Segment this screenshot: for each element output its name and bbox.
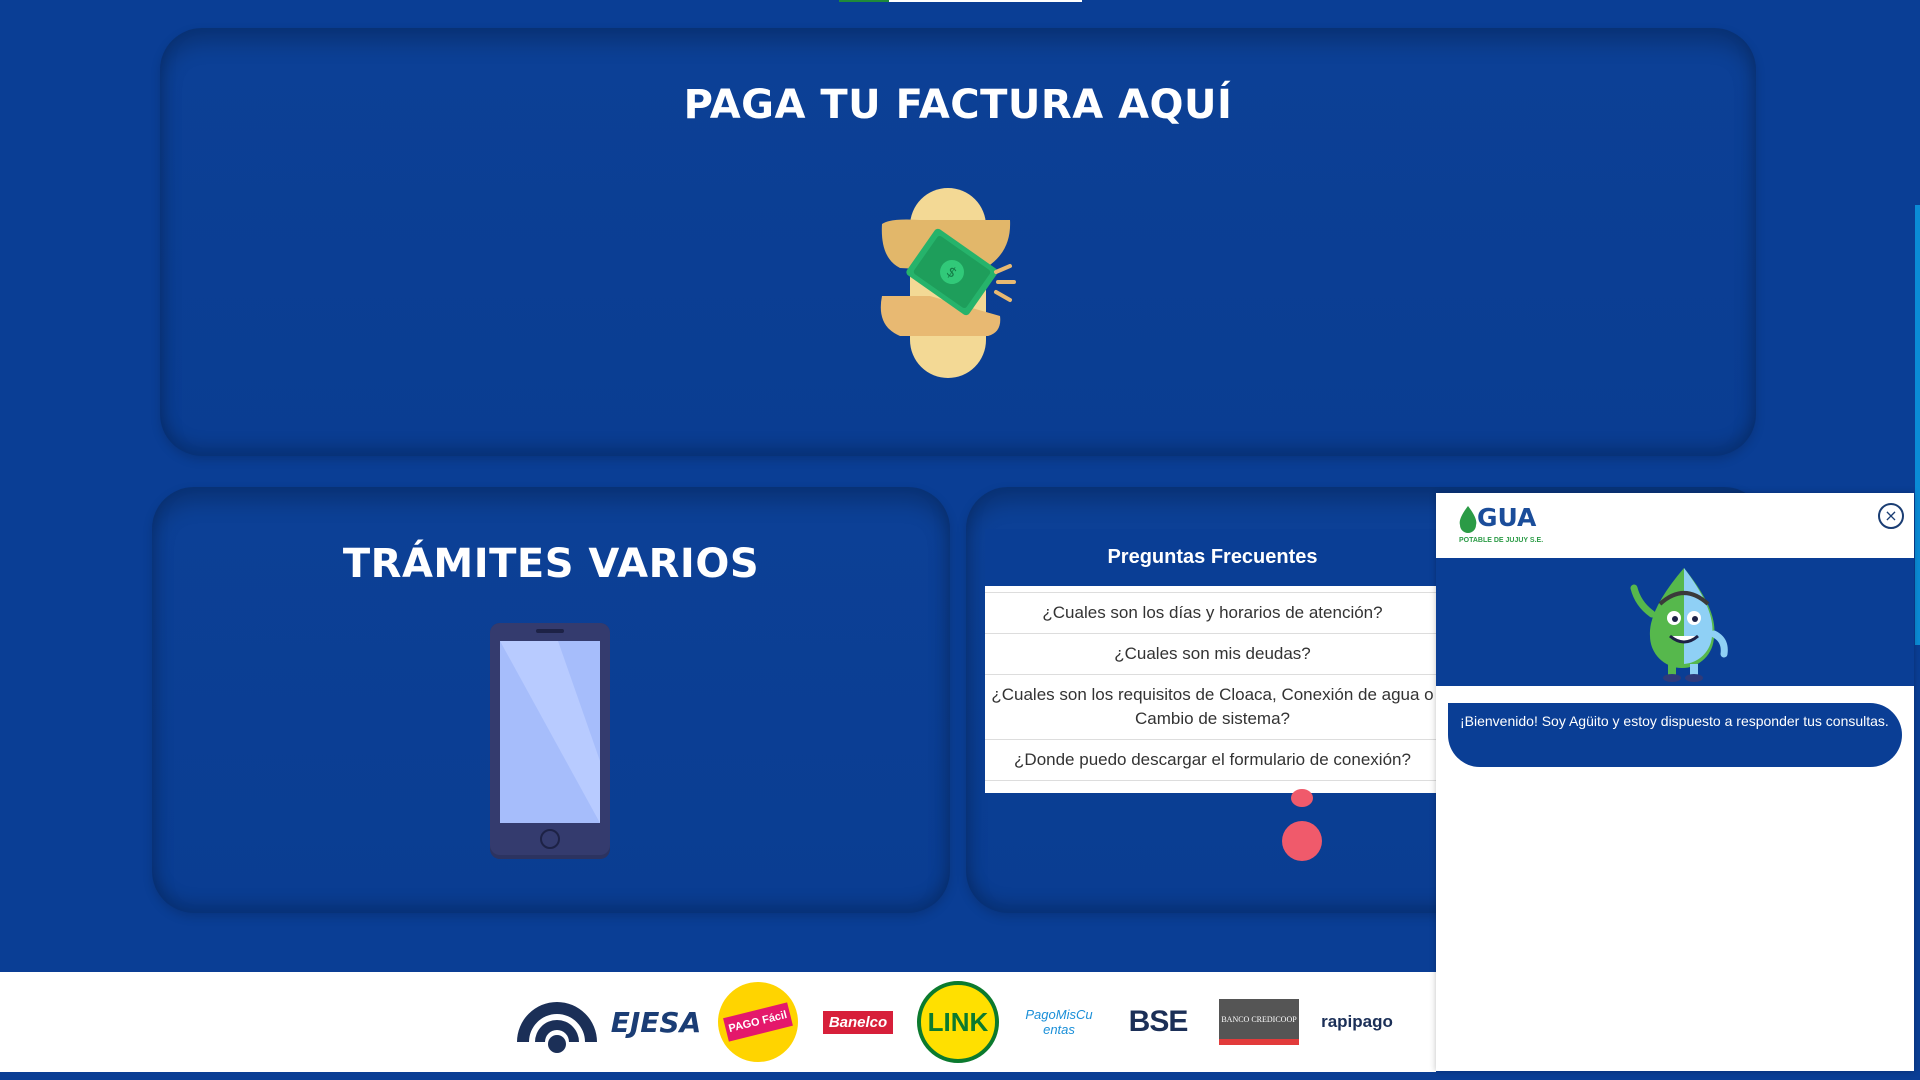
chat-widget: GUA POTABLE DE JUJUY S.E. × ¡Bienvenido!… <box>1436 493 1914 1071</box>
chat-welcome-message: ¡Bienvenido! Soy Agüito y estoy dispuest… <box>1448 703 1902 767</box>
decorative-dot <box>1291 789 1313 807</box>
faq-box: Preguntas Frecuentes ¿Cuales son los día… <box>985 529 1440 793</box>
faq-item-download-form[interactable]: ¿Donde puedo descargar el formulario de … <box>985 740 1440 781</box>
decorative-dot <box>1282 821 1322 861</box>
partner-logo-link[interactable]: LINK <box>914 981 1002 1063</box>
smartphone-icon <box>490 623 610 859</box>
close-icon[interactable]: × <box>1878 503 1904 529</box>
partner-logo-rapipago[interactable]: rapipago <box>1314 984 1400 1060</box>
faq-title: Preguntas Frecuentes <box>985 529 1440 586</box>
wifi-logo-icon[interactable] <box>512 984 602 1060</box>
scrollbar[interactable] <box>1914 0 1920 1080</box>
chat-banner <box>1436 558 1914 686</box>
pay-bill-title: PAGA TU FACTURA AQUÍ <box>683 82 1233 128</box>
chat-header: GUA POTABLE DE JUJUY S.E. × <box>1436 493 1914 558</box>
faq-item-debts[interactable]: ¿Cuales son mis deudas? <box>985 634 1440 675</box>
scrollbar-thumb[interactable] <box>1915 205 1920 645</box>
agua-logo: GUA POTABLE DE JUJUY S.E. <box>1459 503 1544 544</box>
partner-logo-pagofacil[interactable]: PAGO Fácil <box>716 982 800 1062</box>
partner-logo-credicoop[interactable]: BANCO CREDICOOP <box>1216 984 1302 1060</box>
water-drop-icon <box>1459 506 1477 533</box>
faq-item-requirements[interactable]: ¿Cuales son los requisitos de Cloaca, Co… <box>985 675 1440 740</box>
partner-logo-pagomiscuentas[interactable]: PagoMisCuentas <box>1016 984 1102 1060</box>
partner-logo-bse[interactable]: BSE <box>1114 984 1202 1060</box>
money-hand-icon: $ <box>880 188 1016 378</box>
faq-item-hours[interactable]: ¿Cuales son los días y horarios de atenc… <box>985 592 1440 634</box>
faq-list: ¿Cuales son los días y horarios de atenc… <box>985 586 1440 781</box>
tramites-title: TRÁMITES VARIOS <box>342 541 760 587</box>
aguito-mascot-icon <box>1630 568 1728 682</box>
bottom-strip <box>0 1072 1920 1080</box>
pay-bill-card[interactable]: PAGA TU FACTURA AQUÍ $ <box>160 28 1756 456</box>
top-accent-bar <box>839 0 1082 2</box>
tramites-card[interactable]: TRÁMITES VARIOS <box>152 487 950 913</box>
partner-logo-banelco[interactable]: Banelco <box>818 984 898 1060</box>
payment-partners-strip: EJESA PAGO Fácil Banelco LINK PagoMisCue… <box>0 972 1436 1072</box>
partner-logo-ejesa[interactable]: EJESA <box>610 984 702 1060</box>
